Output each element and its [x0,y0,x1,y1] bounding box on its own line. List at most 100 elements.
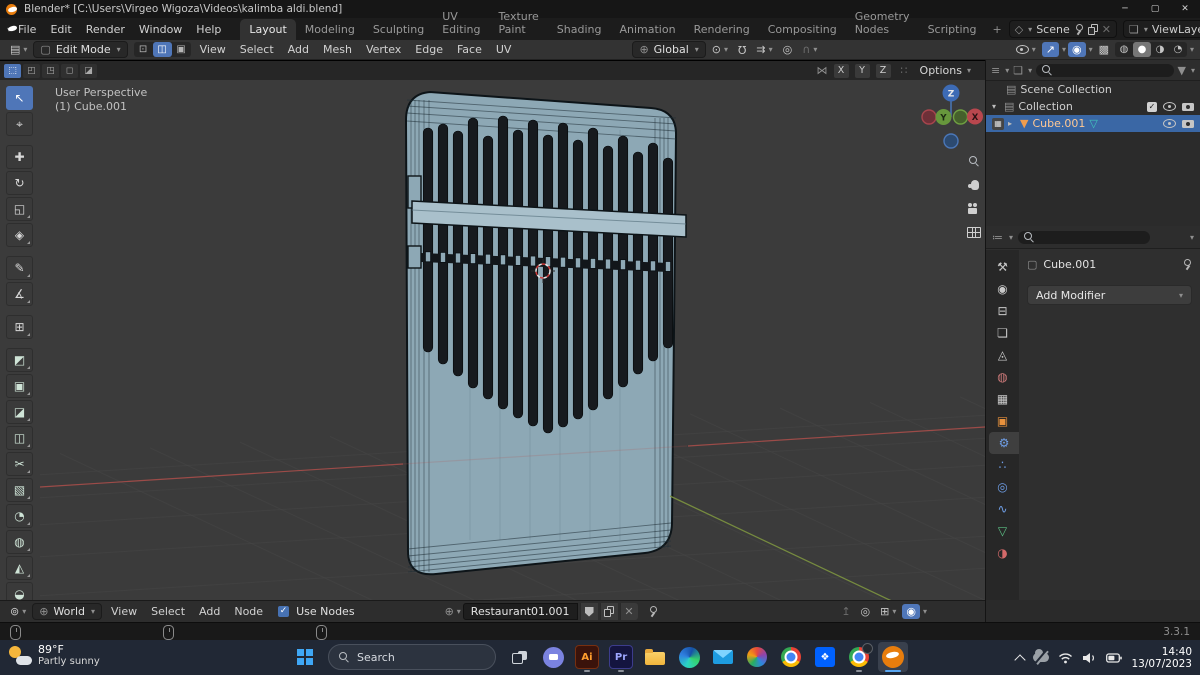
dropbox-button[interactable]: ❖ [810,642,840,672]
outliner-row-cube[interactable]: ▦ ▸ ▼ Cube.001 ▽ [986,115,1200,132]
unlink-datablock-button[interactable]: ✕ [619,603,638,620]
battery-icon[interactable] [1106,652,1123,663]
shader-menu-add[interactable]: Add [192,605,227,618]
shader-type-dropdown[interactable]: ⊕ World ▾ [32,603,102,620]
insert-keyframe-icon[interactable]: ↥ [837,604,854,619]
outliner-row-collection[interactable]: ▾ ▤ Collection ✓ [986,98,1200,115]
3d-viewport[interactable]: Z Y X User Perspective (1) Cube.001 ↖ ⌖ ✚ ↻… [0,80,985,600]
axis-neg-y-ball[interactable] [952,109,969,125]
shader-menu-node[interactable]: Node [227,605,270,618]
close-button[interactable]: ✕ [1170,0,1200,18]
transform-tool-button[interactable]: ◈ [6,223,33,247]
snap-node-dropdown[interactable]: ⊞ ▾ [876,604,900,619]
mirror-x-button[interactable]: X [833,63,849,78]
extrude-region-tool-button[interactable]: ◩ [6,348,33,372]
workspace-tab-animation[interactable]: Animation [610,19,684,40]
add-cube-tool-button[interactable]: ⊞ [6,315,33,339]
axis-neg-x-ball[interactable] [921,109,937,125]
proportional-edit-toggle[interactable]: ◎ [779,42,797,57]
edge-slide-tool-button[interactable]: ◭ [6,556,33,580]
chrome-profile-button[interactable] [844,642,874,672]
workspace-tab-compositing[interactable]: Compositing [759,19,846,40]
mirror-z-button[interactable]: Z [875,63,891,78]
maximize-button[interactable]: ▢ [1140,0,1170,18]
physics-properties-tab[interactable]: ◎ [986,476,1019,498]
select-set-button[interactable]: ⬚ [4,63,21,78]
viewport-menu-uv[interactable]: UV [489,43,519,56]
shrink-fatten-tool-button[interactable]: ◒ [6,582,33,600]
premiere-button[interactable]: Pr [606,642,636,672]
pin-icon[interactable] [1182,259,1192,270]
viewport-menu-vertex[interactable]: Vertex [359,43,408,56]
scene-properties-tab[interactable]: ◬ [986,344,1019,366]
solid-shading-button[interactable]: ● [1132,42,1151,57]
copy-datablock-button[interactable] [599,603,618,620]
show-overlays-toggle[interactable]: ◉ [1067,42,1086,57]
snap-grid-icon[interactable]: ∷ [901,64,908,77]
task-view-button[interactable] [504,642,534,672]
knife-tool-button[interactable]: ✂ [6,452,33,476]
outliner-display-mode-button[interactable]: ≡ [991,64,1000,77]
move-tool-button[interactable]: ✚ [6,145,33,169]
axis-neg-z-ball[interactable] [943,133,959,149]
select-intersect-button[interactable]: ◪ [80,63,97,78]
disable-render-icon[interactable] [1182,102,1194,111]
hide-eye-icon[interactable] [1163,119,1176,128]
annotate-tool-button[interactable]: ✎ [6,256,33,280]
add-workspace-button[interactable]: + [985,18,1008,40]
workspace-tab-uv-editing[interactable]: UV Editing [433,6,489,40]
viewport-menu-mesh[interactable]: Mesh [316,43,359,56]
navigation-gizmo[interactable]: Z Y X [921,84,983,149]
show-gizmo-toggle[interactable]: ↗ [1041,42,1059,57]
viewport-menu-edge[interactable]: Edge [408,43,450,56]
spin-tool-button[interactable]: ◔ [6,504,33,528]
disable-render-icon[interactable] [1182,119,1194,128]
scale-tool-button[interactable]: ◱ [6,197,33,221]
menu-help[interactable]: Help [189,23,228,36]
viewport-menu-face[interactable]: Face [450,43,489,56]
menu-render[interactable]: Render [79,23,132,36]
taskbar-search[interactable]: Search [328,644,496,670]
measure-tool-button[interactable]: ∡ [6,282,33,306]
edge-button[interactable] [674,642,704,672]
tray-chevron-icon[interactable] [1014,653,1027,666]
world-name-field[interactable]: Restaurant01.001 [462,603,578,620]
collection-properties-tab[interactable]: ▦ [986,388,1019,410]
menu-window[interactable]: Window [132,23,189,36]
particles-properties-tab[interactable]: ∴ [986,454,1019,476]
unlink-icon[interactable]: ✕ [1102,23,1111,36]
add-modifier-button[interactable]: Add Modifier ▾ [1027,285,1192,305]
menu-edit[interactable]: Edit [43,23,78,36]
cursor-tool-button[interactable]: ⌖ [6,112,33,136]
view-layer-properties-tab[interactable]: ❏ [986,322,1019,344]
pin-icon[interactable] [648,606,658,617]
output-properties-tab[interactable]: ⊟ [986,300,1019,322]
poly-build-tool-button[interactable]: ▧ [6,478,33,502]
use-nodes-checkbox[interactable]: ✓ [278,606,290,617]
viewport-menu-add[interactable]: Add [281,43,316,56]
properties-editor-type-button[interactable]: ≔ [992,231,1003,244]
viewlayer-selector[interactable]: ❏▾ ViewLayer ✕ [1122,20,1200,38]
tool-options-dropdown[interactable]: Options [920,64,962,77]
proportional-edit-icon[interactable]: ◎ [857,604,875,619]
snap-toggle[interactable]: Ω [734,42,750,57]
constraints-properties-tab[interactable]: ∿ [986,498,1019,520]
copy-icon[interactable] [1087,23,1098,35]
outliner-search-input[interactable] [1036,63,1174,77]
pan-button[interactable] [962,173,985,195]
modifiers-properties-tab[interactable]: ⚙ [989,432,1019,454]
rendered-shading-button[interactable]: ◔ [1169,42,1187,57]
minimize-button[interactable]: ─ [1110,0,1140,18]
select-extend-button[interactable]: ◰ [23,63,40,78]
object-data-properties-tab[interactable]: ▽ [986,520,1019,542]
select-invert-button[interactable]: ◻ [61,63,78,78]
chrome-button[interactable] [776,642,806,672]
loop-cut-tool-button[interactable]: ◫ [6,426,33,450]
xray-toggle[interactable]: ▩ [1095,42,1113,57]
render-properties-tab[interactable]: ◉ [986,278,1019,300]
inset-faces-tool-button[interactable]: ▣ [6,374,33,398]
pin-icon[interactable] [1074,23,1084,35]
collection-checkbox[interactable]: ✓ [1147,101,1157,112]
blender-taskbar-button[interactable] [878,642,908,672]
chat-button[interactable] [538,642,568,672]
